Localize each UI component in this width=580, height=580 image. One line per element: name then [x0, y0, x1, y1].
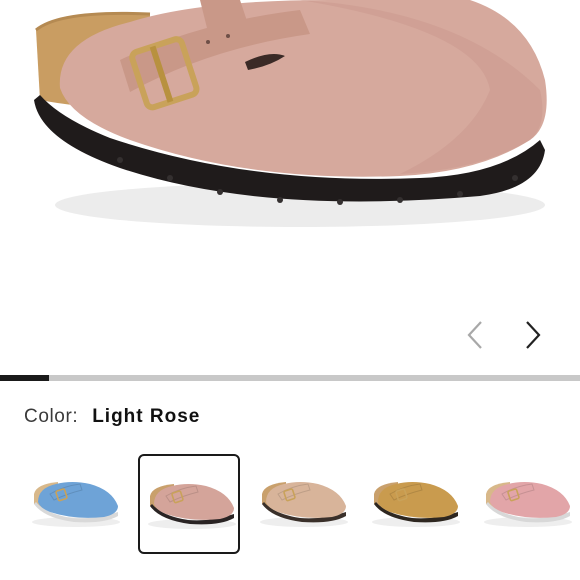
chevron-right-icon	[526, 321, 541, 349]
swatch-image	[484, 482, 572, 527]
selected-color-name: Light Rose	[92, 406, 201, 427]
swatch-image	[260, 482, 348, 527]
gallery-progress-fill	[0, 375, 50, 381]
product-image	[0, 0, 580, 360]
color-swatch-blue[interactable]	[24, 454, 126, 554]
previous-image-button[interactable]	[458, 318, 492, 352]
color-selection-label: Color: Light Rose	[24, 406, 200, 428]
swatch-image	[148, 484, 236, 529]
color-label: Color:	[24, 406, 79, 427]
swatch-image	[372, 482, 460, 527]
color-swatch-sand[interactable]	[252, 454, 354, 554]
color-swatch-pink[interactable]	[476, 454, 578, 554]
gallery-progress-track	[0, 375, 580, 381]
next-image-button[interactable]	[516, 318, 550, 352]
chevron-left-icon	[467, 321, 482, 349]
swatch-image	[32, 482, 120, 527]
color-swatch-ochre[interactable]	[364, 454, 466, 554]
color-swatch-light-rose[interactable]	[138, 454, 240, 554]
